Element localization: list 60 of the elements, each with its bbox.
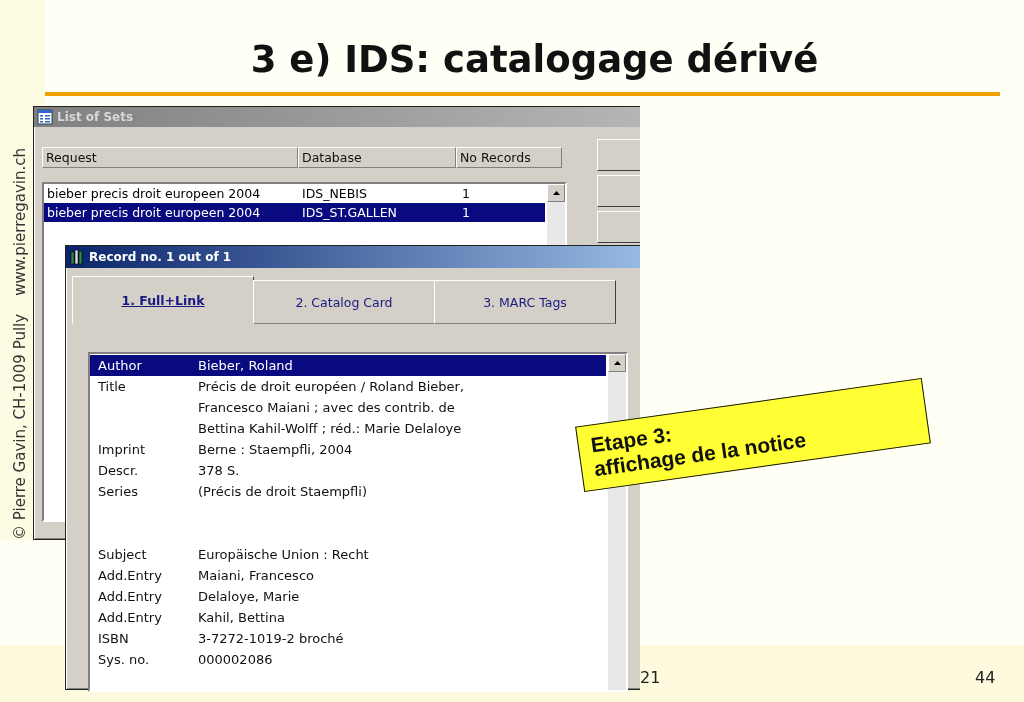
record-row[interactable]: ISBN 3-7272-1019-2 broché bbox=[90, 628, 350, 649]
field-value: Delaloye, Marie bbox=[198, 588, 300, 606]
field-label: Add.Entry bbox=[97, 588, 163, 606]
field-label: Imprint bbox=[97, 441, 147, 459]
scroll-up-button[interactable] bbox=[608, 354, 626, 372]
credit-text: www.pierregavin.ch bbox=[11, 148, 29, 296]
page-number: 44 bbox=[975, 668, 996, 687]
record-row[interactable]: Title Précis de droit européen / Roland Bieber, Francesco Maiani ; avec des contrib. de Bettina Kahil-Wolff ; réd.: Marie Delaloye bbox=[90, 376, 471, 439]
column-header[interactable]: No Records bbox=[456, 147, 562, 168]
window-title: Record no. 1 out of 1 bbox=[89, 250, 232, 264]
up-arrow-icon bbox=[613, 361, 621, 365]
side-button[interactable] bbox=[597, 139, 640, 171]
record-row[interactable]: Add.Entry Kahil, Bettina bbox=[90, 607, 291, 628]
field-value: Europäische Union : Recht bbox=[198, 546, 369, 564]
slide-title: 3 e) IDS: catalogage dérivé bbox=[249, 38, 820, 81]
callout-text: Etape 3: affichage de la notice bbox=[589, 421, 808, 482]
field-value: Maiani, Francesco bbox=[198, 567, 314, 585]
record-row[interactable]: Series (Précis de droit Staempfli) bbox=[90, 481, 373, 502]
record-row[interactable]: Sys. no. 000002086 bbox=[90, 649, 279, 670]
record-row[interactable]: Add.Entry Delaloye, Marie bbox=[90, 586, 306, 607]
field-label: Sys. no. bbox=[97, 651, 151, 669]
field-value: Kahil, Bettina bbox=[198, 609, 285, 627]
list-row[interactable]: bieber precis droit europeen 2004 IDS_NEBIS 1 bbox=[44, 184, 545, 203]
record-row[interactable]: Imprint Berne : Staempfli, 2004 bbox=[90, 439, 359, 460]
field-value: Précis de droit européen / Roland Bieber, bbox=[198, 378, 465, 396]
field-value: 3-7272-1019-2 broché bbox=[198, 630, 344, 648]
column-header[interactable]: Database bbox=[298, 147, 456, 168]
field-label: Subject bbox=[97, 546, 148, 564]
field-value: Francesco Maiani ; avec des contrib. de bbox=[198, 399, 456, 417]
field-label: Series bbox=[97, 483, 139, 501]
up-arrow-icon bbox=[552, 191, 560, 195]
record-row[interactable]: Subject Europäische Union : Recht bbox=[90, 544, 375, 565]
tab[interactable]: 1. Full+Link bbox=[72, 276, 254, 324]
footer-text: 21 bbox=[640, 668, 661, 687]
record-row[interactable]: Add.Entry Maiani, Francesco bbox=[90, 565, 320, 586]
field-value: 000002086 bbox=[198, 651, 273, 669]
tab[interactable]: 2. Catalog Card bbox=[253, 280, 435, 324]
field-value: Berne : Staempfli, 2004 bbox=[198, 441, 353, 459]
field-value: (Précis de droit Staempfli) bbox=[198, 483, 367, 501]
side-button[interactable] bbox=[597, 211, 640, 243]
field-label: Descr. bbox=[97, 462, 140, 480]
tab[interactable]: 3. MARC Tags bbox=[434, 280, 616, 324]
field-label: ISBN bbox=[97, 630, 130, 648]
list-row[interactable]: bieber precis droit europeen 2004 IDS_ST.GALLEN 1 bbox=[44, 203, 545, 222]
field-value: Bettina Kahil-Wolff ; réd.: Marie Delaloye bbox=[198, 420, 463, 438]
field-label: Title bbox=[97, 378, 127, 396]
table-icon bbox=[37, 109, 53, 125]
side-button[interactable] bbox=[597, 175, 640, 207]
window-title: List of Sets bbox=[57, 110, 134, 124]
record-row[interactable]: Descr. 378 S. bbox=[90, 460, 246, 481]
credit-text: © Pierre Gavin, CH-1009 Pully bbox=[11, 313, 29, 540]
scroll-up-button[interactable] bbox=[547, 184, 565, 202]
field-value: Bieber, Roland bbox=[198, 357, 293, 375]
column-header[interactable]: Request bbox=[42, 147, 298, 168]
field-label: Add.Entry bbox=[97, 567, 163, 585]
field-value: 378 S. bbox=[198, 462, 240, 480]
books-icon bbox=[69, 249, 85, 265]
field-label: Add.Entry bbox=[97, 609, 163, 627]
field-label: Author bbox=[97, 357, 143, 375]
record-row[interactable]: Author Bieber, Roland bbox=[90, 355, 606, 376]
